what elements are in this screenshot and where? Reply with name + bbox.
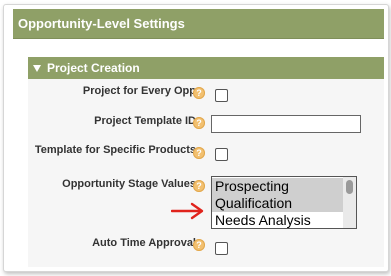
opportunity-level-settings-header: Opportunity-Level Settings [13, 9, 384, 39]
opportunity-stage-values-label: Opportunity Stage Values [62, 178, 196, 190]
auto-time-approval-checkbox[interactable] [215, 242, 228, 255]
red-arrow-icon [171, 202, 204, 220]
scrollbar-thumb[interactable] [346, 180, 353, 194]
help-icon[interactable]: ? [193, 117, 205, 129]
listbox-option[interactable]: Needs Analysis [212, 212, 343, 228]
help-icon[interactable]: ? [193, 239, 205, 251]
template-for-specific-products-checkbox[interactable] [215, 148, 228, 161]
listbox-option[interactable]: Prospecting [212, 178, 343, 195]
auto-time-approval-label: Auto Time Approval [92, 237, 196, 249]
listbox-option[interactable]: Qualification [212, 195, 343, 212]
section-title: Project Creation [47, 61, 140, 75]
project-creation-header[interactable]: Project Creation [28, 57, 384, 79]
project-for-every-opp-checkbox[interactable] [215, 89, 228, 102]
help-icon[interactable]: ? [193, 87, 205, 99]
project-template-id-input[interactable] [211, 115, 361, 133]
project-creation-section: Project Creation [28, 57, 384, 267]
project-for-every-opp-label: Project for Every Opp [82, 85, 196, 97]
opportunity-stage-values-listbox[interactable]: Prospecting Qualification Needs Analysis [211, 176, 357, 229]
project-template-id-label: Project Template ID [94, 115, 196, 127]
help-icon[interactable]: ? [193, 180, 205, 192]
collapse-triangle-icon[interactable] [33, 64, 41, 72]
help-icon[interactable]: ? [193, 147, 205, 159]
page-title: Opportunity-Level Settings [18, 16, 185, 31]
template-for-specific-products-label: Template for Specific Products [34, 144, 196, 156]
listbox-scrollbar[interactable] [343, 177, 356, 228]
